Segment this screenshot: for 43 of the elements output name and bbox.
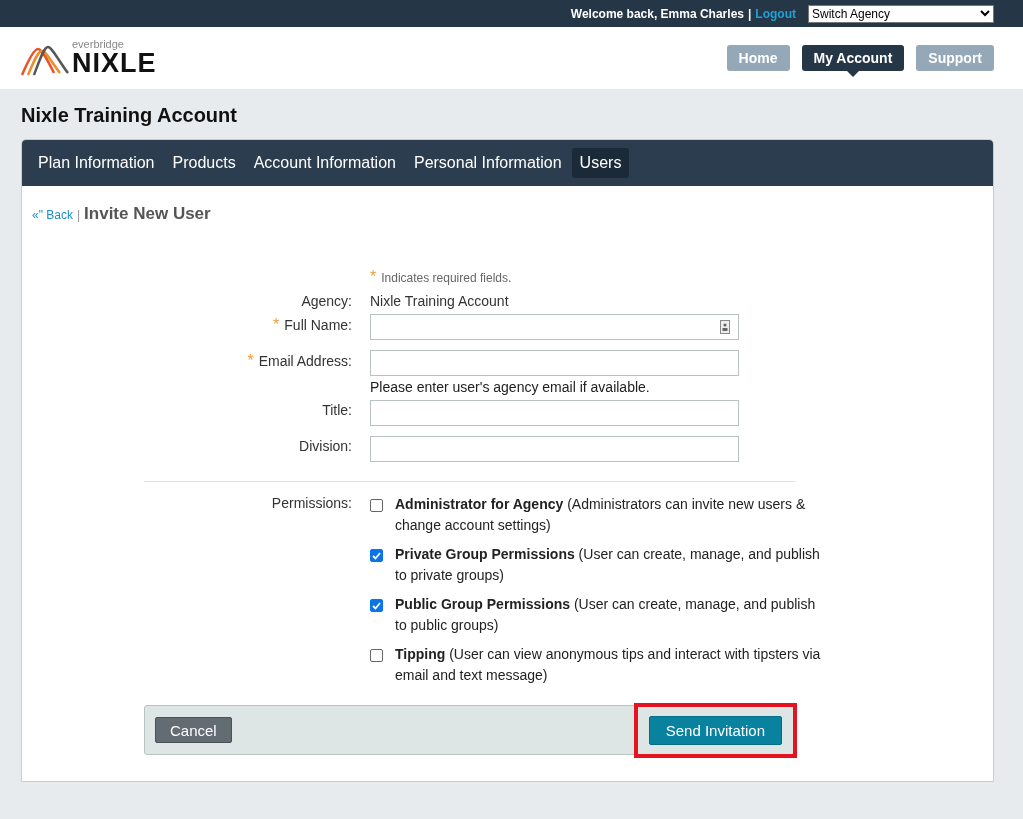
- separator: |: [76, 208, 81, 222]
- send-invitation-button[interactable]: Send Invitation: [648, 715, 782, 745]
- agency-value: Nixle Training Account: [370, 292, 510, 309]
- separator: |: [748, 6, 752, 21]
- agency-select[interactable]: Switch Agency: [808, 4, 994, 23]
- checkbox[interactable]: [370, 499, 383, 512]
- checkbox[interactable]: [370, 599, 383, 612]
- logo-subtitle: everbridge: [72, 39, 125, 50]
- chevron-down-icon: [980, 10, 990, 17]
- permission-text: Private Group Permissions (User can create, manage, and publish to private groups): [395, 545, 821, 585]
- tab[interactable]: Personal Information: [405, 148, 570, 178]
- input-field[interactable]: [370, 314, 739, 340]
- tab[interactable]: Plan Information: [30, 148, 163, 178]
- tab[interactable]: Products: [164, 148, 244, 178]
- back-link[interactable]: «" Back: [32, 208, 73, 222]
- logo-wordmark: NIXLE: [72, 50, 157, 77]
- field-label: Agency:: [300, 292, 352, 309]
- field-label: Title:: [321, 401, 352, 418]
- field-label: Permissions:: [271, 495, 352, 511]
- required-asterisk: *: [370, 268, 377, 285]
- permission-text: Administrator for Agency (Administrators can invite new users & change account settings): [395, 495, 807, 535]
- cancel-button[interactable]: Cancel: [155, 717, 232, 743]
- permission-text: Public Group Permissions (User can create, manage, and publish to public groups): [395, 595, 817, 635]
- input-field[interactable]: [370, 436, 739, 462]
- logout-link[interactable]: Logout: [755, 6, 796, 21]
- checkbox[interactable]: [370, 649, 383, 662]
- field-label: * Full Name:: [272, 315, 352, 334]
- page-title: Nixle Training Account: [20, 103, 238, 128]
- welcome-text: Welcome back, Emma Charles: [570, 6, 744, 21]
- field-label: Division:: [298, 437, 352, 454]
- tab-pointer: [846, 71, 859, 77]
- field-hint: Please enter user's agency email if available.: [370, 379, 651, 395]
- required-note: Indicates required fields.: [381, 271, 512, 285]
- tab[interactable]: Account Information: [245, 148, 404, 178]
- field-label: * Email Address:: [246, 351, 352, 370]
- logo-arcs-icon: [20, 43, 70, 77]
- input-field[interactable]: [370, 350, 739, 376]
- input-field[interactable]: [370, 400, 739, 426]
- section-title: Invite New User: [84, 204, 211, 224]
- permission-text: Tipping (User can view anonymous tips and interact with tipsters via email and text message): [395, 645, 822, 685]
- checkbox[interactable]: [370, 549, 383, 562]
- contact-card-icon[interactable]: [720, 320, 730, 334]
- tab[interactable]: Users: [571, 148, 630, 178]
